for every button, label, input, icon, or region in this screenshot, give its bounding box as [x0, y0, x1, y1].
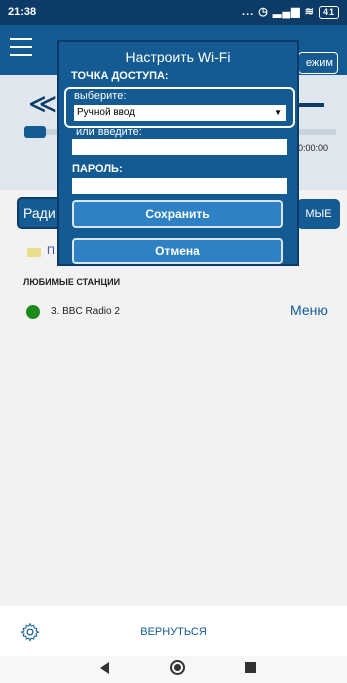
access-point-label: ТОЧКА ДОСТУПА: — [71, 70, 169, 82]
password-label: ПАРОЛЬ: — [72, 163, 123, 175]
save-button[interactable]: Сохранить — [72, 200, 283, 228]
playback-timer: 0:00:00 — [298, 143, 329, 153]
ssid-input[interactable] — [72, 139, 287, 155]
favorites-section-title: ЛЮБИМЫЕ СТАНЦИИ — [23, 277, 121, 287]
dialog-title: Настроить Wi-Fi — [125, 49, 231, 65]
previous-icon[interactable]: ≪ — [28, 87, 57, 120]
or-enter-label: или введите: — [76, 126, 142, 138]
status-bar: 21:38 ... ◷ ▂▄▆ ≋ 41 — [0, 0, 347, 25]
back-triangle-icon[interactable] — [100, 662, 109, 674]
status-time: 21:38 — [8, 6, 37, 18]
recent-apps-icon[interactable] — [245, 662, 256, 673]
status-icons: ... ◷ ▂▄▆ ≋ 41 — [242, 5, 339, 19]
access-point-group: выберите: Ручной ввод ▼ — [64, 87, 295, 128]
status-icon-group: ... ◷ ▂▄▆ ≋ — [242, 6, 315, 18]
access-point-select-value: Ручной ввод — [77, 107, 136, 118]
password-input[interactable] — [72, 178, 287, 194]
volume-slider-handle[interactable] — [24, 126, 46, 138]
cancel-button[interactable]: Отмена — [72, 238, 283, 264]
access-point-select[interactable]: Ручной ввод ▼ — [74, 105, 286, 121]
home-circle-icon[interactable] — [170, 660, 185, 675]
battery-icon: 41 — [318, 6, 339, 19]
dropdown-arrow-icon: ▼ — [274, 108, 282, 117]
folder-label[interactable]: П — [47, 245, 55, 257]
station-label[interactable]: 3. BBC Radio 2 — [51, 306, 120, 317]
wifi-setup-dialog: Настроить Wi-Fi ТОЧКА ДОСТУПА: выберите:… — [57, 40, 299, 266]
mode-button[interactable]: ежим — [298, 52, 338, 74]
hamburger-menu-icon[interactable] — [10, 38, 32, 56]
tab-favorites[interactable]: МЫЕ — [297, 199, 340, 229]
station-menu-button[interactable]: Меню — [290, 302, 328, 318]
choose-label: выберите: — [74, 90, 127, 102]
station-status-icon — [26, 305, 40, 319]
system-nav-bar — [0, 656, 347, 683]
bottom-bar: ВЕРНУТЬСЯ — [0, 606, 347, 656]
folder-icon — [27, 248, 41, 257]
back-button[interactable]: ВЕРНУТЬСЯ — [0, 626, 347, 638]
stop-icon[interactable] — [298, 103, 324, 107]
